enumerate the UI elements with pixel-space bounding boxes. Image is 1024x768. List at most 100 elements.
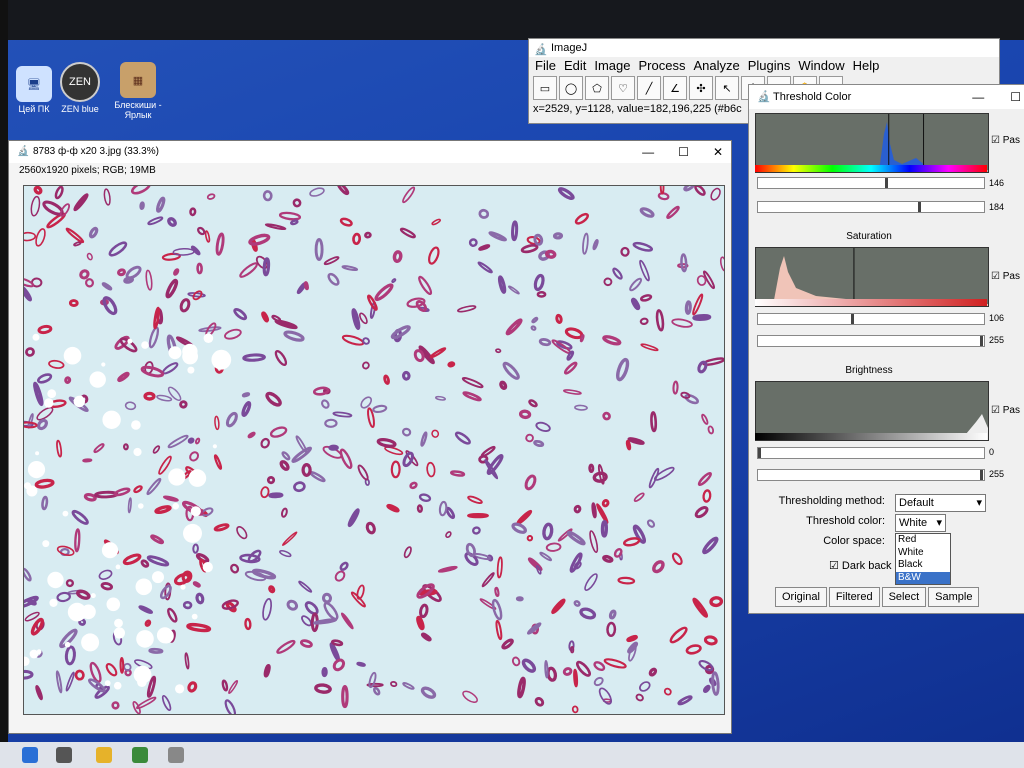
menu-process[interactable]: Process xyxy=(639,57,686,75)
tissue-fiber xyxy=(268,492,284,499)
tissue-fiber xyxy=(146,555,170,567)
line-tool-icon[interactable]: ╱ xyxy=(637,76,661,100)
tissue-fiber xyxy=(56,545,75,556)
hue-max-slider[interactable] xyxy=(757,201,985,213)
sample-button[interactable]: Sample xyxy=(928,587,980,607)
saturation-max-slider[interactable] xyxy=(757,335,985,347)
tissue-fiber xyxy=(551,598,566,615)
option-black[interactable]: Black xyxy=(896,559,950,572)
file-explorer-icon[interactable] xyxy=(96,747,112,763)
option-bw[interactable]: B&W xyxy=(896,571,950,584)
tissue-fiber xyxy=(156,196,166,213)
tissue-fiber xyxy=(579,607,597,620)
threshold-button-row: Original Filtered Select Sample xyxy=(775,587,980,607)
tissue-fiber xyxy=(461,377,484,389)
threshold-color-dropdown[interactable]: Red White Black B&W xyxy=(895,533,951,585)
multipoint-tool-icon[interactable]: ✣ xyxy=(689,76,713,100)
task-view-icon[interactable] xyxy=(56,747,72,763)
tissue-fiber xyxy=(206,193,216,200)
tissue-fiber xyxy=(347,508,360,528)
thresholding-method-select[interactable]: Default ▾ xyxy=(895,494,986,512)
tissue-fiber xyxy=(59,203,71,217)
maximize-icon[interactable]: ☐ xyxy=(678,141,689,163)
rectangle-tool-icon[interactable]: ▭ xyxy=(533,76,557,100)
tissue-fiber xyxy=(187,437,195,444)
wand-tool-icon[interactable]: ↖ xyxy=(715,76,739,100)
close-icon[interactable]: ✕ xyxy=(713,141,723,163)
oval-tool-icon[interactable]: ◯ xyxy=(559,76,583,100)
minimize-icon[interactable]: — xyxy=(642,141,654,163)
tissue-fiber xyxy=(478,244,491,251)
tissue-fiber xyxy=(197,226,206,236)
saturation-pass-checkbox[interactable]: ☑ Pas xyxy=(991,271,1020,282)
option-white[interactable]: White xyxy=(896,547,950,560)
image-window-titlebar[interactable]: 🔬 8783 ф-ф x20 3.jpg (33.3%) — ☐ ✕ xyxy=(9,141,731,163)
desktop-icon-zen[interactable]: ZEN ZEN blue xyxy=(48,62,112,114)
tissue-fiber xyxy=(262,190,273,202)
polygon-tool-icon[interactable]: ⬠ xyxy=(585,76,609,100)
tissue-fiber xyxy=(213,523,230,532)
threshold-color-select[interactable]: White ▾ xyxy=(895,514,946,532)
tissue-fiber xyxy=(542,522,554,541)
tissue-fiber xyxy=(65,671,75,692)
app-icon[interactable] xyxy=(168,747,184,763)
maximize-icon[interactable]: ☐ xyxy=(1010,85,1021,109)
tissue-fiber xyxy=(591,502,597,519)
dark-background-checkbox[interactable]: ☑ Dark back xyxy=(829,559,891,572)
select-button[interactable]: Select xyxy=(881,587,927,607)
brightness-pass-checkbox[interactable]: ☑ Pas xyxy=(991,405,1020,416)
tissue-fiber xyxy=(357,464,369,481)
threshold-titlebar[interactable]: 🔬 Threshold Color — ☐ xyxy=(749,85,1024,109)
tissue-fiber xyxy=(274,350,288,366)
tissue-fiber xyxy=(156,394,173,402)
original-button[interactable]: Original xyxy=(775,587,827,607)
tissue-fiber xyxy=(631,297,641,311)
tissue-fiber xyxy=(117,268,126,277)
imagej-titlebar[interactable]: 🔬 ImageJ xyxy=(529,39,999,57)
menu-file[interactable]: File xyxy=(535,57,556,75)
hue-pass-checkbox[interactable]: ☑ Pas xyxy=(991,135,1020,146)
menu-analyze[interactable]: Analyze xyxy=(693,57,739,75)
tissue-fiber xyxy=(301,463,312,477)
start-icon[interactable] xyxy=(22,747,38,763)
app-icon[interactable] xyxy=(132,747,148,763)
tissue-fiber xyxy=(147,216,164,226)
tissue-fiber xyxy=(251,568,277,580)
freehand-tool-icon[interactable]: ♡ xyxy=(611,76,635,100)
white-region xyxy=(113,681,122,690)
menu-image[interactable]: Image xyxy=(594,57,630,75)
angle-tool-icon[interactable]: ∠ xyxy=(663,76,687,100)
hue-min-slider[interactable] xyxy=(757,177,985,189)
menu-plugins[interactable]: Plugins xyxy=(748,57,791,75)
tissue-fiber xyxy=(281,531,298,546)
desktop-icon-shortcut[interactable]: ▦ Блескиши - Ярлык xyxy=(106,62,170,120)
saturation-min-slider[interactable] xyxy=(757,313,985,325)
hue-max-value: 184 xyxy=(989,202,1005,212)
tissue-fiber xyxy=(309,471,326,483)
tissue-fiber xyxy=(518,409,532,420)
tissue-fiber xyxy=(122,553,142,566)
filtered-button[interactable]: Filtered xyxy=(828,587,880,607)
tissue-fiber xyxy=(214,415,220,431)
image-info: 2560x1920 pixels; RGB; 19MB xyxy=(19,165,156,176)
tissue-fiber xyxy=(213,454,223,470)
tissue-fiber xyxy=(376,438,397,448)
option-red[interactable]: Red xyxy=(896,534,950,547)
brightness-min-slider[interactable] xyxy=(757,447,985,459)
tissue-fiber xyxy=(692,314,712,321)
histology-image[interactable] xyxy=(23,185,725,715)
tissue-fiber xyxy=(144,619,152,627)
tissue-fiber xyxy=(650,411,658,433)
tissue-fiber xyxy=(555,313,563,324)
menu-edit[interactable]: Edit xyxy=(564,57,586,75)
menu-window[interactable]: Window xyxy=(798,57,844,75)
tissue-fiber xyxy=(409,481,418,490)
tissue-fiber xyxy=(241,392,251,398)
tissue-fiber xyxy=(162,495,179,502)
minimize-icon[interactable]: — xyxy=(972,85,984,109)
menu-help[interactable]: Help xyxy=(853,57,880,75)
brightness-max-slider[interactable] xyxy=(757,469,985,481)
tissue-fiber xyxy=(73,193,89,212)
threshold-color-window[interactable]: 🔬 Threshold Color — ☐ 146 184 ☑ Pas Satu… xyxy=(748,84,1024,614)
image-window[interactable]: 🔬 8783 ф-ф x20 3.jpg (33.3%) — ☐ ✕ 2560x… xyxy=(8,140,732,734)
